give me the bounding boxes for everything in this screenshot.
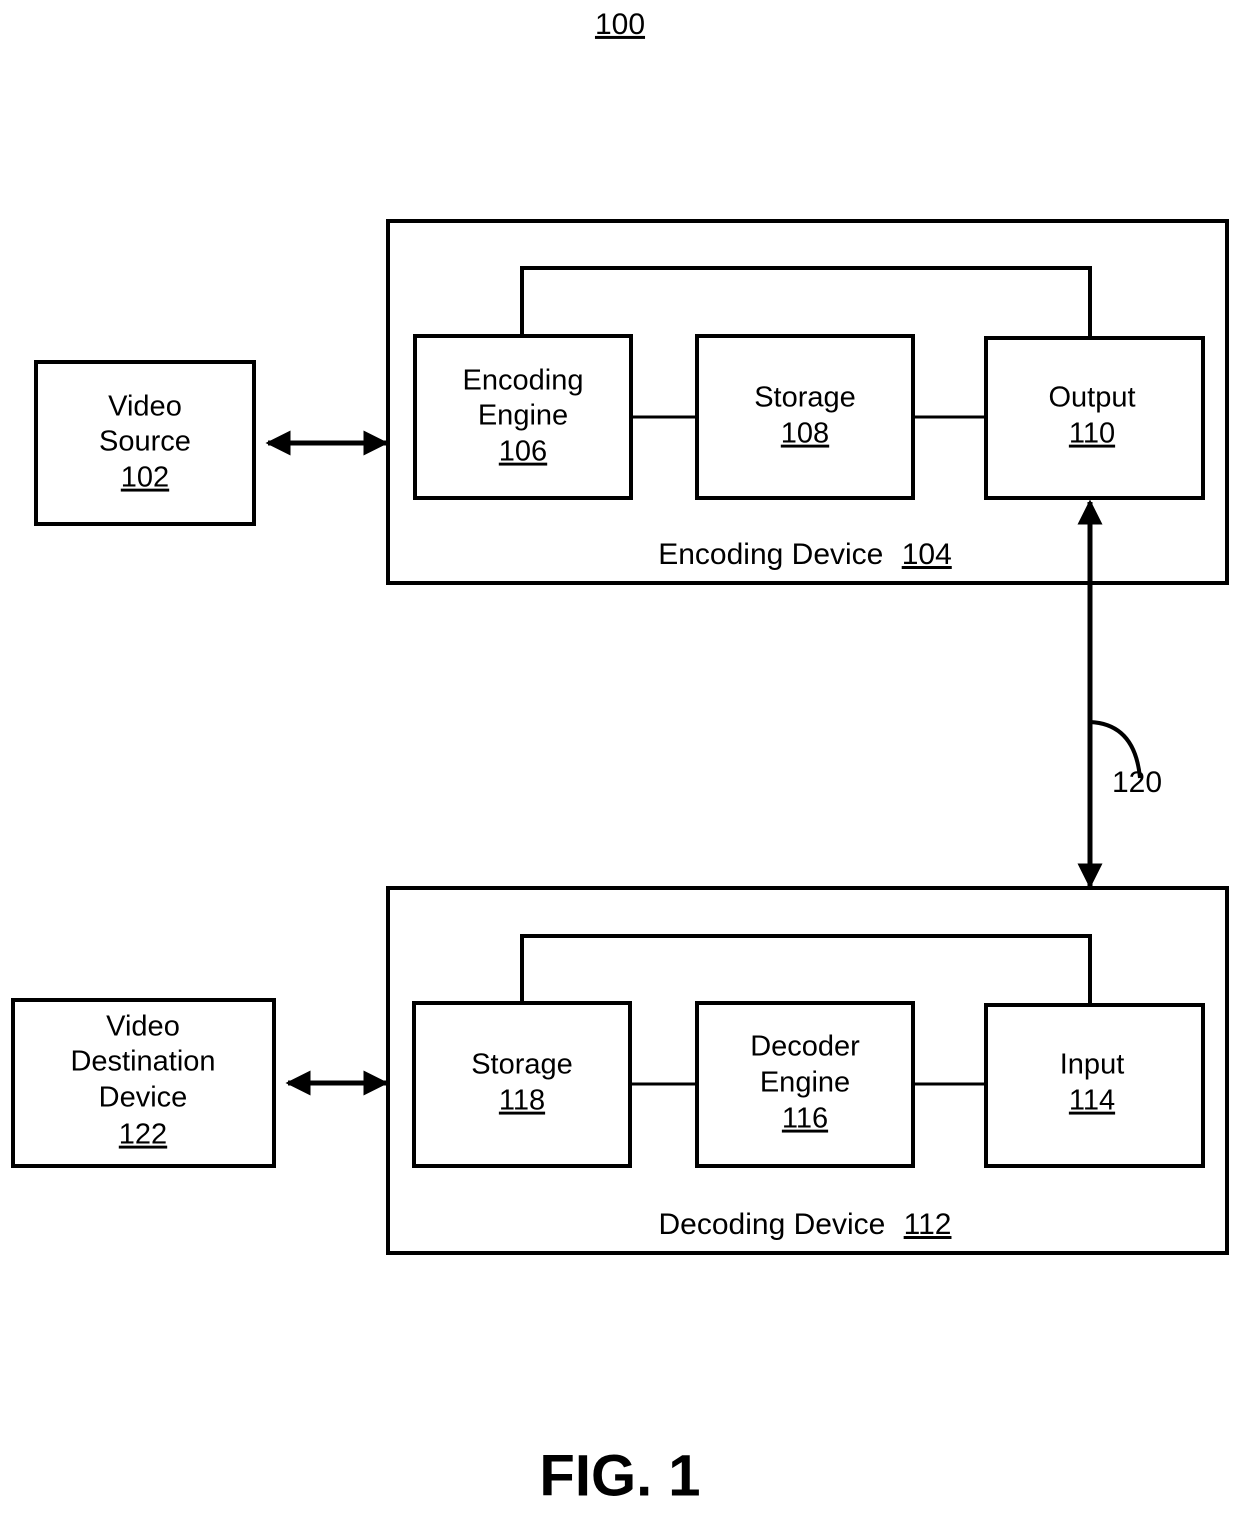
decoder-storage-line1: Storage <box>471 1049 573 1081</box>
encoder-storage-ref: 108 <box>781 418 829 450</box>
decoding-device-ref: 112 <box>904 1208 952 1241</box>
encoding-engine-line1: Encoding <box>463 365 584 397</box>
video-destination-line1: Video <box>106 1011 180 1043</box>
output-ref: 110 <box>1069 418 1115 450</box>
decoding-device-label-text: Decoding Device <box>659 1208 886 1241</box>
input-line1: Input <box>1060 1049 1125 1081</box>
patent-figure: 100 Encoding Engine 106 Storage 108 Outp… <box>0 0 1240 1521</box>
figure-number-label: 100 <box>595 8 645 41</box>
video-destination-line3: Device <box>99 1082 188 1114</box>
decoding-device-label: Decoding Device 112 <box>659 1208 952 1241</box>
video-source-ref: 102 <box>121 462 169 494</box>
output-line1: Output <box>1048 382 1135 414</box>
input-ref: 114 <box>1069 1085 1115 1117</box>
decoder-engine-line1: Decoder <box>750 1031 860 1063</box>
encoding-engine-ref: 106 <box>499 436 547 468</box>
video-destination-ref: 122 <box>119 1119 167 1151</box>
link-120-label: 120 <box>1112 766 1162 799</box>
encoding-device-label: Encoding Device 104 <box>658 538 952 571</box>
video-destination-line2: Destination <box>70 1046 215 1078</box>
video-source-line2: Source <box>99 426 191 458</box>
figure-caption: FIG. 1 <box>539 1443 700 1508</box>
decoder-engine-ref: 116 <box>782 1103 828 1135</box>
encoding-device-label-text: Encoding Device <box>658 538 883 571</box>
encoding-device-ref: 104 <box>902 538 952 571</box>
encoding-engine-line2: Engine <box>478 400 568 432</box>
figure-canvas: 100 Encoding Engine 106 Storage 108 Outp… <box>11 8 1229 1508</box>
encoder-storage-line1: Storage <box>754 382 856 414</box>
decoder-storage-ref: 118 <box>499 1085 545 1117</box>
decoder-engine-line2: Engine <box>760 1067 850 1099</box>
video-source-line1: Video <box>108 391 182 423</box>
